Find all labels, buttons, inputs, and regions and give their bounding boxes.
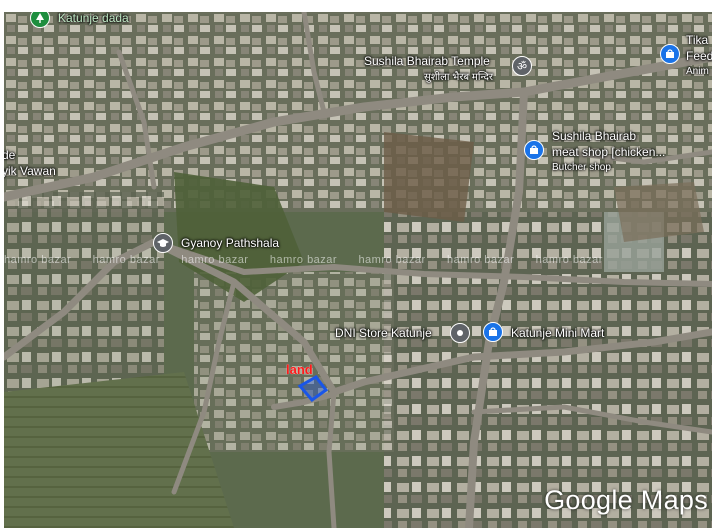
place-label-gyanoy[interactable]: Gyanoy Pathshala	[181, 236, 279, 250]
shop-pin-icon[interactable]	[660, 44, 680, 64]
place-label-tika-feed-line2: Feed	[686, 49, 712, 63]
shop-pin-icon[interactable]	[483, 322, 503, 342]
place-label-tika-feed[interactable]: Tika	[686, 33, 708, 47]
school-pin-icon[interactable]	[153, 233, 173, 253]
satellite-imagery	[4, 12, 712, 528]
place-label-meat-shop-line2[interactable]: meat shop [chicken...	[552, 145, 665, 159]
watermark: hamro bazar hamro bazar hamro bazar hamr…	[4, 254, 603, 266]
place-label-mini-mart[interactable]: Katunje Mini Mart	[511, 326, 604, 340]
satellite-map[interactable]: hamro bazar hamro bazar hamro bazar hamr…	[4, 12, 712, 528]
place-sublabel-sushila-temple: सुशीला भैरब मन्दिर	[424, 72, 493, 83]
place-sublabel-meat-shop: Butcher shop	[552, 162, 611, 173]
place-label-vawan-line2: yik Vawan	[4, 164, 56, 178]
place-label-meat-shop[interactable]: Sushila Bhairab	[552, 129, 636, 143]
land-label: land	[286, 362, 313, 377]
place-label-dni-store[interactable]: DNI Store Katunje	[335, 326, 432, 340]
place-label-vawan[interactable]: de	[4, 148, 15, 162]
shop-pin-icon[interactable]	[524, 140, 544, 160]
place-label-sushila-temple[interactable]: Sushila Bhairab Temple	[364, 54, 490, 68]
place-label-katunje-dada[interactable]: Katunje dada	[58, 12, 129, 25]
google-maps-logo: Google Maps	[544, 485, 708, 515]
store-pin-icon[interactable]	[450, 323, 470, 343]
temple-pin-icon[interactable]: ॐ	[512, 56, 532, 76]
place-sublabel-tika-feed: Anim	[686, 66, 709, 77]
